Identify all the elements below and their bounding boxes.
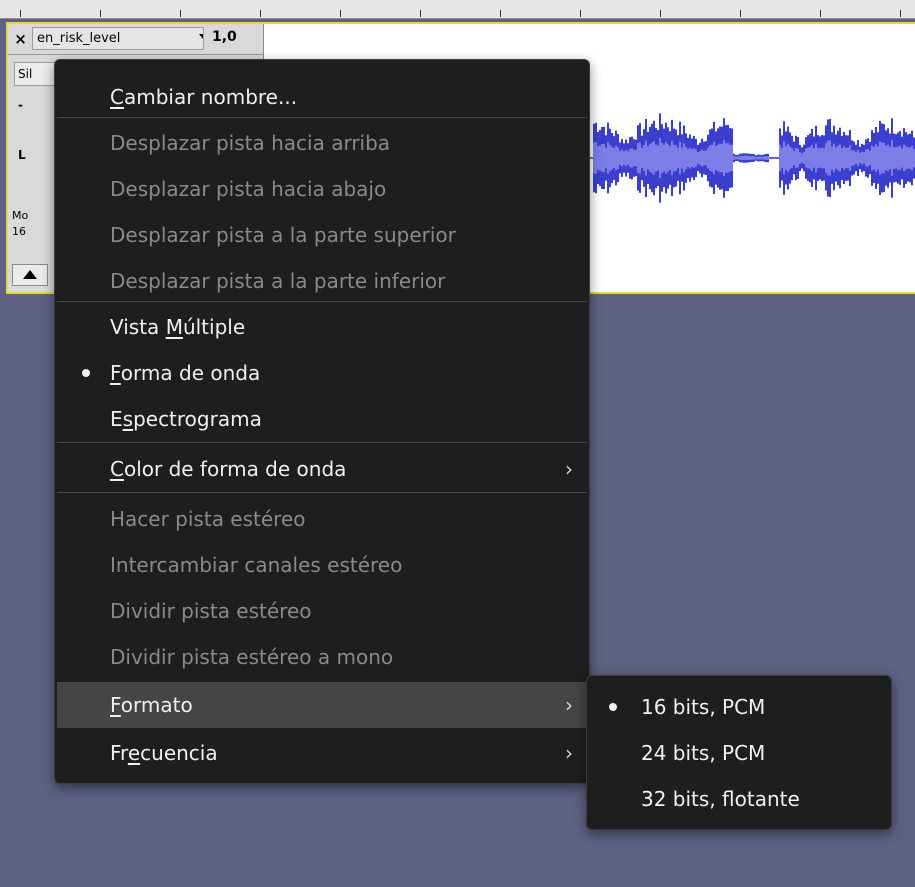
menu-item-label: Formato xyxy=(110,693,193,717)
ruler-tick xyxy=(580,10,581,17)
menu-item-label: Frecuencia xyxy=(110,741,218,765)
menu-item-label: Hacer pista estéreo xyxy=(110,507,306,531)
ruler-tick xyxy=(20,10,21,17)
menu-separator xyxy=(57,442,587,443)
menu-item[interactable]: Vista Múltiple xyxy=(57,304,587,350)
menu-item[interactable]: Color de forma de onda › xyxy=(57,446,587,492)
submenu-item[interactable]: 24 bits, PCM xyxy=(589,730,889,776)
menu-item-label: Dividir pista estéreo a mono xyxy=(110,645,394,669)
menu-item: Dividir pista estéreo xyxy=(57,588,587,634)
submenu-item[interactable]: 32 bits, flotante xyxy=(589,776,889,822)
menu-item: Intercambiar canales estéreo xyxy=(57,542,587,588)
menu-item: Dividir pista estéreo a mono xyxy=(57,634,587,680)
divider xyxy=(8,54,264,55)
submenu-item[interactable]: 16 bits, PCM xyxy=(589,684,889,730)
menu-separator xyxy=(57,492,587,493)
menu-item-label: Vista Múltiple xyxy=(110,315,246,339)
menu-item: Desplazar pista hacia arriba xyxy=(57,120,587,166)
menu-item: Desplazar pista a la parte inferior xyxy=(57,258,587,304)
submenu-item-label: 24 bits, PCM xyxy=(641,741,766,765)
radio-bullet-icon xyxy=(82,369,90,377)
menu-item-label: Desplazar pista a la parte inferior xyxy=(110,269,446,293)
menu-item: Hacer pista estéreo xyxy=(57,496,587,542)
track-info-channels: Mo xyxy=(12,209,29,222)
close-track-button[interactable]: × xyxy=(12,28,29,50)
gain-slider-label: - xyxy=(18,98,23,112)
track-name-label: en_risk_level xyxy=(37,31,121,46)
timeline-ruler[interactable] xyxy=(0,0,915,19)
menu-item: Desplazar pista a la parte superior xyxy=(57,212,587,258)
track-rate-label: 1,0 xyxy=(212,29,237,45)
menu-item-label: Intercambiar canales estéreo xyxy=(110,553,403,577)
pan-slider-label: L xyxy=(18,148,26,162)
ruler-tick xyxy=(660,10,661,17)
menu-item[interactable]: Formato › xyxy=(57,682,587,728)
collapse-track-button[interactable] xyxy=(12,264,48,286)
ruler-tick xyxy=(260,10,261,17)
menu-item[interactable]: Espectrograma xyxy=(57,396,587,442)
menu-item-label: Forma de onda xyxy=(110,361,261,385)
ruler-tick xyxy=(740,10,741,17)
radio-bullet-icon xyxy=(609,703,617,711)
track-name-dropdown[interactable]: en_risk_level xyxy=(32,27,204,50)
menu-item-label: Desplazar pista hacia abajo xyxy=(110,177,387,201)
menu-item[interactable]: Cambiar nombre... xyxy=(57,74,587,120)
track-info-format: 16 xyxy=(12,225,26,238)
menu-item-label: Cambiar nombre... xyxy=(110,85,298,109)
ruler-tick xyxy=(500,10,501,17)
ruler-tick xyxy=(420,10,421,17)
submenu-item-label: 16 bits, PCM xyxy=(641,695,766,719)
chevron-down-icon xyxy=(199,34,203,43)
ruler-tick xyxy=(820,10,821,17)
ruler-tick xyxy=(180,10,181,17)
chevron-right-icon: › xyxy=(565,741,573,765)
track-context-menu: Cambiar nombre... Desplazar pista hacia a… xyxy=(54,59,590,784)
ruler-tick xyxy=(100,10,101,17)
submenu-item-label: 32 bits, flotante xyxy=(641,787,800,811)
menu-item: Desplazar pista hacia abajo xyxy=(57,166,587,212)
menu-item-label: Desplazar pista hacia arriba xyxy=(110,131,391,155)
chevron-right-icon: › xyxy=(565,693,573,717)
chevron-right-icon: › xyxy=(565,457,573,481)
menu-item[interactable]: Forma de onda xyxy=(57,350,587,396)
menu-item-label: Dividir pista estéreo xyxy=(110,599,312,623)
menu-item-label: Color de forma de onda xyxy=(110,457,347,481)
menu-item-label: Desplazar pista a la parte superior xyxy=(110,223,456,247)
menu-item-label: Espectrograma xyxy=(110,407,262,431)
format-submenu: 16 bits, PCM 24 bits, PCM 32 bits, flotant… xyxy=(586,675,892,830)
ruler-tick xyxy=(900,10,901,17)
menu-item[interactable]: Frecuencia › xyxy=(57,730,587,776)
ruler-tick xyxy=(340,10,341,17)
